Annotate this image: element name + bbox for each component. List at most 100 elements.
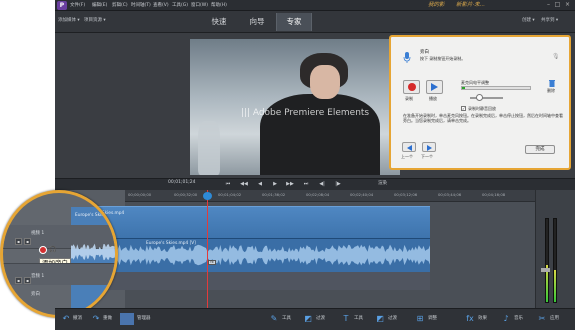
- share-button[interactable]: 共享到 ▾: [541, 17, 558, 25]
- apply-label[interactable]: 应用: [550, 313, 559, 325]
- audio-waveform: [78, 244, 430, 266]
- transport-bar: [55, 178, 575, 190]
- video-track-name: 视频 1: [31, 231, 45, 236]
- apply-icon[interactable]: ✂: [536, 313, 548, 325]
- rewind-button[interactable]: ◀◀: [240, 180, 248, 188]
- menu-file[interactable]: 文件(F): [70, 2, 85, 10]
- record-label: 录制: [405, 96, 413, 101]
- narration-track[interactable]: [78, 272, 430, 290]
- playhead-handle[interactable]: [203, 192, 212, 200]
- magnified-waveform: [71, 243, 115, 261]
- menu-window[interactable]: 窗口(W): [191, 2, 208, 10]
- mode-bar: [55, 11, 575, 33]
- vu-fill-right: [554, 270, 556, 302]
- redo-icon[interactable]: ↷: [90, 313, 102, 325]
- arrow-right-icon: [427, 144, 432, 151]
- project-assets-button[interactable]: 项目资源 ▾: [84, 17, 106, 25]
- microphone-icon: [403, 52, 411, 63]
- input-level-fill: [462, 87, 465, 89]
- previous-narration-button[interactable]: [402, 142, 416, 152]
- fx-badge[interactable]: fx: [208, 260, 216, 265]
- previous-edit-button[interactable]: ◀|: [318, 180, 326, 188]
- menu-tools[interactable]: 工具(G): [172, 2, 188, 10]
- transitions-icon[interactable]: ◩: [302, 313, 314, 325]
- mixer-fader[interactable]: [541, 268, 550, 272]
- tab-quick[interactable]: 快速: [200, 13, 238, 31]
- menu-help[interactable]: 帮助(H): [211, 2, 227, 10]
- effects-icon[interactable]: fx: [464, 313, 476, 325]
- text-tools-label[interactable]: 工具: [354, 313, 363, 325]
- ruler-label: 00;01;36;02: [262, 192, 286, 197]
- mic-volume-slider-track[interactable]: [470, 97, 503, 99]
- track-lock-icon[interactable]: ▪: [15, 238, 22, 245]
- create-button[interactable]: 创建 ▾: [522, 17, 535, 25]
- previous-label: 上一个: [401, 154, 413, 159]
- zoom-magnifier: Europe's Skies. 视频 1 ▪ ▪ 🎧 添加旁白 音频 1 ▪ ▪…: [0, 190, 118, 318]
- magnified-clip-label: Europe's Skies.: [75, 213, 108, 218]
- mute-playback-checkbox[interactable]: ✓: [461, 106, 466, 111]
- next-narration-button[interactable]: [422, 142, 436, 152]
- menu-edit[interactable]: 编辑(E): [92, 2, 107, 10]
- go-to-start-button[interactable]: ⏮: [224, 180, 232, 188]
- ruler-label: 00;01;04;02: [218, 192, 242, 197]
- minimize-icon[interactable]: –: [544, 1, 553, 9]
- audio-track-name: 音频 1: [31, 274, 45, 279]
- playhead[interactable]: [207, 190, 208, 308]
- input-level-meter: [461, 86, 531, 90]
- tab-expert[interactable]: 专家: [276, 13, 312, 31]
- step-back-button[interactable]: ◀: [256, 180, 264, 188]
- menu-view[interactable]: 查看(V): [153, 2, 169, 10]
- undo-label[interactable]: 撤消: [73, 313, 82, 325]
- organizer-icon[interactable]: [120, 313, 134, 325]
- mic-volume-slider-thumb[interactable]: [476, 94, 483, 101]
- fast-forward-button[interactable]: ▶▶: [286, 180, 294, 188]
- add-media-button[interactable]: 添加媒体 ▾: [58, 17, 80, 25]
- transitions2-label[interactable]: 过渡: [388, 313, 397, 325]
- trash-icon[interactable]: [548, 79, 556, 87]
- go-to-end-button[interactable]: ⏭: [302, 180, 310, 188]
- magnified-clip: [71, 207, 115, 315]
- maximize-icon[interactable]: □: [553, 1, 562, 9]
- narration-title: 旁白: [420, 50, 429, 55]
- next-edit-button[interactable]: |▶: [334, 180, 342, 188]
- track-visibility-icon[interactable]: ▪: [24, 238, 31, 245]
- mic-settings-icon[interactable]: 🎙: [552, 53, 560, 62]
- ruler-label: 00;03;12;06: [394, 192, 418, 197]
- organizer-label[interactable]: 管理器: [137, 313, 151, 325]
- music-icon[interactable]: ♪: [500, 313, 512, 325]
- timecode-display: 00;01;01;24: [168, 180, 196, 185]
- play-label: 播放: [429, 96, 437, 101]
- undo-icon[interactable]: ↶: [60, 313, 72, 325]
- menu-timeline[interactable]: 时间轴(T): [131, 2, 151, 10]
- project-name-label: 我的影: [428, 2, 445, 8]
- menu-clip[interactable]: 剪辑(C): [112, 2, 128, 10]
- music-label[interactable]: 音乐: [514, 313, 523, 325]
- effects-label[interactable]: 效果: [478, 313, 487, 325]
- close-icon[interactable]: ×: [563, 1, 572, 9]
- redo-label[interactable]: 重做: [103, 313, 112, 325]
- video-clip[interactable]: Europe's Skies.mp4: [78, 206, 430, 238]
- text-tool-icon[interactable]: T: [340, 313, 352, 325]
- audio-track-lock-icon[interactable]: ▪: [15, 277, 22, 284]
- narration-track-name: 旁白: [31, 292, 40, 297]
- transitions2-icon[interactable]: ◩: [374, 313, 386, 325]
- headphones-icon[interactable]: 🎧: [49, 246, 57, 254]
- adjust-icon[interactable]: ⊞: [414, 313, 426, 325]
- play-button[interactable]: ▶: [271, 180, 279, 188]
- add-narration-mic-icon[interactable]: [39, 246, 47, 254]
- project-status-label: 新影片·未...: [456, 2, 485, 8]
- tab-guided[interactable]: 向导: [238, 13, 276, 31]
- ruler-label: 00;04;16;08: [482, 192, 506, 197]
- audio-track-mute-icon[interactable]: ▪: [24, 277, 31, 284]
- done-button[interactable]: 完成: [525, 145, 555, 154]
- tools-icon[interactable]: ✎: [268, 313, 280, 325]
- transitions-label[interactable]: 过渡: [316, 313, 325, 325]
- ruler-label: 00;02;08;04: [306, 192, 330, 197]
- video-preview[interactable]: ||| Adobe Premiere Elements: [190, 39, 400, 175]
- tools-label[interactable]: 工具: [282, 313, 291, 325]
- person-face-shape: [310, 65, 340, 99]
- render-button[interactable]: 渲染: [378, 180, 387, 186]
- adjust-label[interactable]: 调整: [428, 313, 437, 325]
- ruler-label: 00;00;00;00: [128, 192, 152, 197]
- ruler-label: 00;00;32;00: [174, 192, 198, 197]
